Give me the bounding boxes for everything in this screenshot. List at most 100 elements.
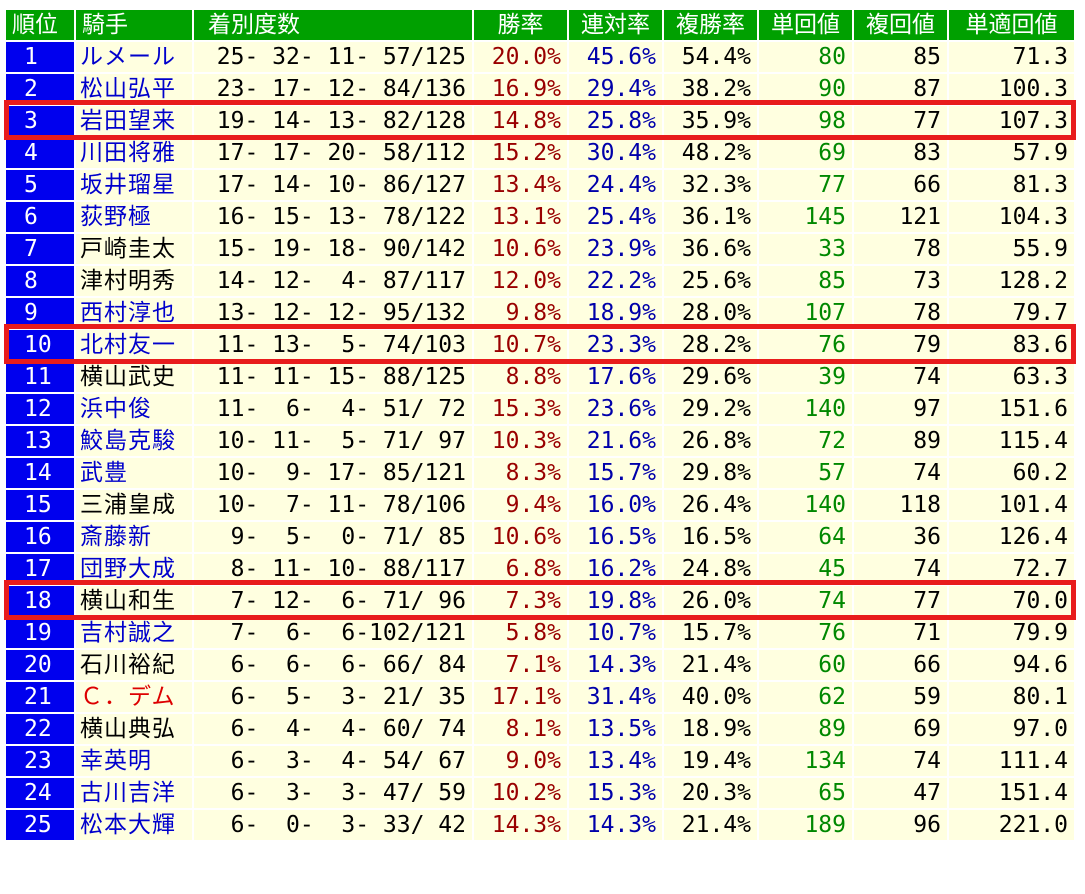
fukusho-rate-cell: 25.6% xyxy=(662,264,759,298)
rank-cell: 18 xyxy=(4,584,76,618)
record-cell: 14- 12- 4- 87/117 xyxy=(192,264,474,298)
fukusho-rate-cell: 32.3% xyxy=(662,168,759,202)
header-fuku-return[interactable]: 複回値 xyxy=(852,8,949,42)
rank-cell: 19 xyxy=(4,616,76,650)
table-row: 2 松山弘平 23- 17- 12- 84/136 16.9% 29.4% 38.2% 90… xyxy=(4,72,1076,106)
table-row: 22 横山典弘 6- 4- 4- 60/ 74 8.1% 13.5% 18.9% 89 69… xyxy=(4,712,1076,746)
fukusho-rate-cell: 16.5% xyxy=(662,520,759,554)
rank-cell: 20 xyxy=(4,648,76,682)
win-rate-cell: 14.3% xyxy=(472,808,569,842)
jockey-name-link[interactable]: 古川吉洋 xyxy=(74,776,194,810)
win-rate-cell: 5.8% xyxy=(472,616,569,650)
rentai-rate-cell: 19.8% xyxy=(567,584,664,618)
fuku-return-cell: 77 xyxy=(852,584,949,618)
jockey-name-link[interactable]: 団野大成 xyxy=(74,552,194,586)
rank-cell: 16 xyxy=(4,520,76,554)
record-cell: 7- 6- 6-102/121 xyxy=(192,616,474,650)
table-row: 8 津村明秀 14- 12- 4- 87/117 12.0% 22.2% 25.6% 85 7… xyxy=(4,264,1076,298)
tekisei-return-cell: 97.0 xyxy=(947,712,1076,746)
fuku-return-cell: 74 xyxy=(852,360,949,394)
rank-cell: 4 xyxy=(4,136,76,170)
tekisei-return-cell: 63.3 xyxy=(947,360,1076,394)
rank-cell: 25 xyxy=(4,808,76,842)
jockey-name-link[interactable]: ルメール xyxy=(74,40,194,74)
rentai-rate-cell: 25.8% xyxy=(567,104,664,138)
tekisei-return-cell: 80.1 xyxy=(947,680,1076,714)
fuku-return-cell: 69 xyxy=(852,712,949,746)
rentai-rate-cell: 23.6% xyxy=(567,392,664,426)
jockey-name-link[interactable]: 荻野極 xyxy=(74,200,194,234)
tekisei-return-cell: 151.4 xyxy=(947,776,1076,810)
jockey-name-link[interactable]: 鮫島克駿 xyxy=(74,424,194,458)
fuku-return-cell: 77 xyxy=(852,104,949,138)
rank-cell: 11 xyxy=(4,360,76,394)
win-rate-cell: 10.6% xyxy=(472,520,569,554)
rentai-rate-cell: 25.4% xyxy=(567,200,664,234)
jockey-name-link[interactable]: 松本大輝 xyxy=(74,808,194,842)
rentai-rate-cell: 30.4% xyxy=(567,136,664,170)
header-win-rate[interactable]: 勝率 xyxy=(472,8,569,42)
win-rate-cell: 10.2% xyxy=(472,776,569,810)
fuku-return-cell: 74 xyxy=(852,744,949,778)
header-jockey[interactable]: 騎手 xyxy=(74,8,194,42)
jockey-name-link[interactable]: 川田将雅 xyxy=(74,136,194,170)
fuku-return-cell: 121 xyxy=(852,200,949,234)
jockey-name-link[interactable]: 武豊 xyxy=(74,456,194,490)
jockey-name-link: 三浦皇成 xyxy=(74,488,194,522)
jockey-name-link[interactable]: 吉村誠之 xyxy=(74,616,194,650)
jockey-name-link[interactable]: 斎藤新 xyxy=(74,520,194,554)
tan-return-cell: 74 xyxy=(757,584,854,618)
win-rate-cell: 13.1% xyxy=(472,200,569,234)
record-cell: 10- 11- 5- 71/ 97 xyxy=(192,424,474,458)
tan-return-cell: 140 xyxy=(757,392,854,426)
win-rate-cell: 16.9% xyxy=(472,72,569,106)
win-rate-cell: 15.2% xyxy=(472,136,569,170)
fukusho-rate-cell: 26.4% xyxy=(662,488,759,522)
fuku-return-cell: 71 xyxy=(852,616,949,650)
header-tekisei-return[interactable]: 単適回値 xyxy=(947,8,1076,42)
record-cell: 17- 14- 10- 86/127 xyxy=(192,168,474,202)
jockey-name-link[interactable]: 幸英明 xyxy=(74,744,194,778)
record-cell: 6- 5- 3- 21/ 35 xyxy=(192,680,474,714)
record-cell: 6- 0- 3- 33/ 42 xyxy=(192,808,474,842)
jockey-name-link[interactable]: 北村友一 xyxy=(74,328,194,362)
fuku-return-cell: 66 xyxy=(852,648,949,682)
record-cell: 11- 13- 5- 74/103 xyxy=(192,328,474,362)
header-tan-return[interactable]: 単回値 xyxy=(757,8,854,42)
jockey-name-link[interactable]: 西村淳也 xyxy=(74,296,194,330)
rentai-rate-cell: 22.2% xyxy=(567,264,664,298)
fukusho-rate-cell: 29.8% xyxy=(662,456,759,490)
jockey-name-link[interactable]: Ｃ．デム xyxy=(74,680,194,714)
win-rate-cell: 6.8% xyxy=(472,552,569,586)
fuku-return-cell: 97 xyxy=(852,392,949,426)
tan-return-cell: 76 xyxy=(757,616,854,650)
tekisei-return-cell: 81.3 xyxy=(947,168,1076,202)
record-cell: 10- 7- 11- 78/106 xyxy=(192,488,474,522)
tekisei-return-cell: 115.4 xyxy=(947,424,1076,458)
header-record[interactable]: 着別度数 xyxy=(192,8,474,42)
fuku-return-cell: 59 xyxy=(852,680,949,714)
win-rate-cell: 8.3% xyxy=(472,456,569,490)
record-cell: 6- 4- 4- 60/ 74 xyxy=(192,712,474,746)
table-row: 14 武豊 10- 9- 17- 85/121 8.3% 15.7% 29.8% 57 74 6… xyxy=(4,456,1076,490)
jockey-name-link[interactable]: 坂井瑠星 xyxy=(74,168,194,202)
tan-return-cell: 145 xyxy=(757,200,854,234)
rentai-rate-cell: 15.3% xyxy=(567,776,664,810)
jockey-name-link[interactable]: 浜中俊 xyxy=(74,392,194,426)
rank-cell: 15 xyxy=(4,488,76,522)
jockey-name-link[interactable]: 岩田望来 xyxy=(74,104,194,138)
rentai-rate-cell: 13.5% xyxy=(567,712,664,746)
header-fukusho-rate[interactable]: 複勝率 xyxy=(662,8,759,42)
tan-return-cell: 140 xyxy=(757,488,854,522)
fukusho-rate-cell: 28.2% xyxy=(662,328,759,362)
header-rank[interactable]: 順位 xyxy=(4,8,76,42)
fukusho-rate-cell: 26.0% xyxy=(662,584,759,618)
jockey-name-link[interactable]: 松山弘平 xyxy=(74,72,194,106)
win-rate-cell: 14.8% xyxy=(472,104,569,138)
tan-return-cell: 80 xyxy=(757,40,854,74)
fuku-return-cell: 66 xyxy=(852,168,949,202)
rentai-rate-cell: 16.0% xyxy=(567,488,664,522)
tan-return-cell: 65 xyxy=(757,776,854,810)
table-row: 18 横山和生 7- 12- 6- 71/ 96 7.3% 19.8% 26.0% 74 7… xyxy=(4,584,1076,618)
header-rentai-rate[interactable]: 連対率 xyxy=(567,8,664,42)
